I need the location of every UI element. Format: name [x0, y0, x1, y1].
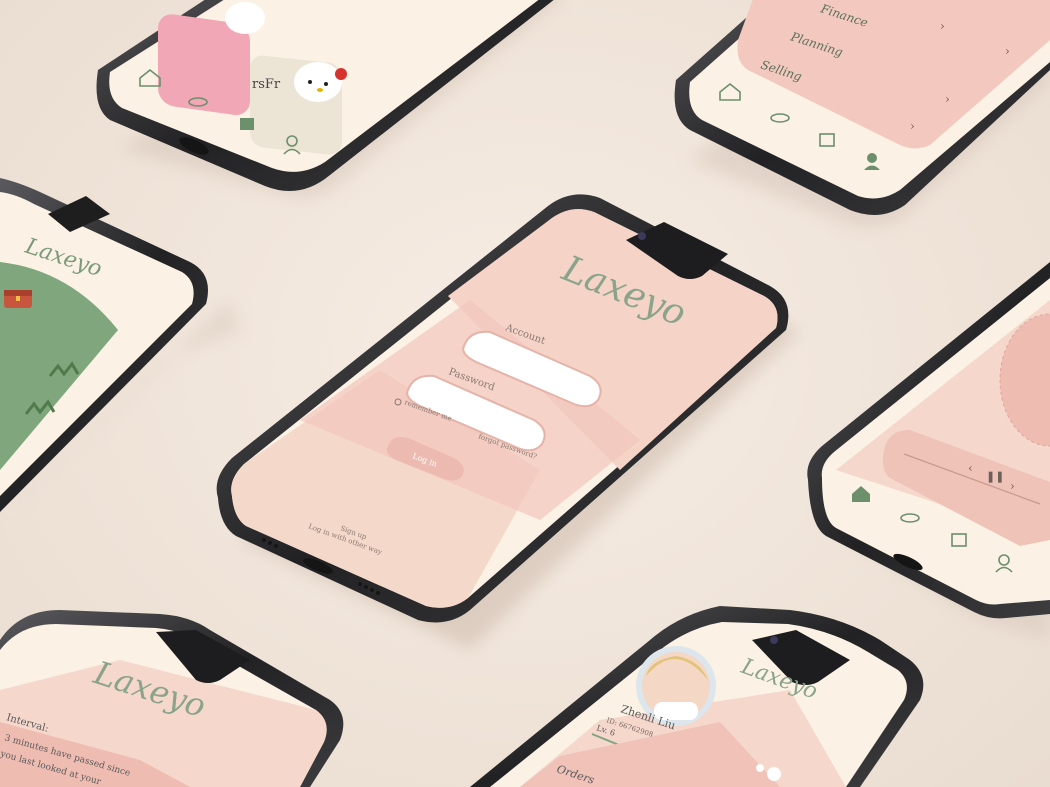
mockup-canvas: rsFr Finance Planning Selling › › › › La…: [0, 0, 1050, 787]
chevron-right-icon[interactable]: ›: [1005, 44, 1010, 58]
mockup-scene: rsFr Finance Planning Selling › › › › La…: [0, 0, 1050, 787]
phone-interval: Laxeyo Interval: 3 minutes have passed s…: [0, 610, 344, 787]
chest-icon[interactable]: [4, 290, 32, 308]
phone-player: ‹ ❚❚ ›: [807, 262, 1050, 640]
chevron-right-icon[interactable]: ›: [910, 119, 915, 133]
shop-partial-label: rsFr: [252, 77, 281, 92]
phone-login: Laxeyo Account Password remember me forg…: [216, 194, 800, 650]
phone-settings: Finance Planning Selling › › › ›: [674, 0, 1050, 228]
kitty-figure-2: [294, 62, 342, 102]
chevron-right-icon[interactable]: ›: [940, 19, 945, 33]
next-icon[interactable]: ›: [1010, 479, 1015, 493]
prev-icon[interactable]: ‹: [968, 461, 973, 475]
pause-icon[interactable]: ❚❚: [986, 470, 1004, 483]
phone-garden: Laxeyo: [0, 178, 240, 520]
bag-icon[interactable]: [240, 118, 254, 130]
chevron-right-icon[interactable]: ›: [945, 92, 950, 106]
phone-shop: rsFr: [96, 0, 560, 198]
kitty-figure-1: [225, 2, 265, 34]
phone-profile: Laxeyo Zhenli Liu ID: 66762908 Lv. 6 Ord…: [470, 606, 924, 787]
